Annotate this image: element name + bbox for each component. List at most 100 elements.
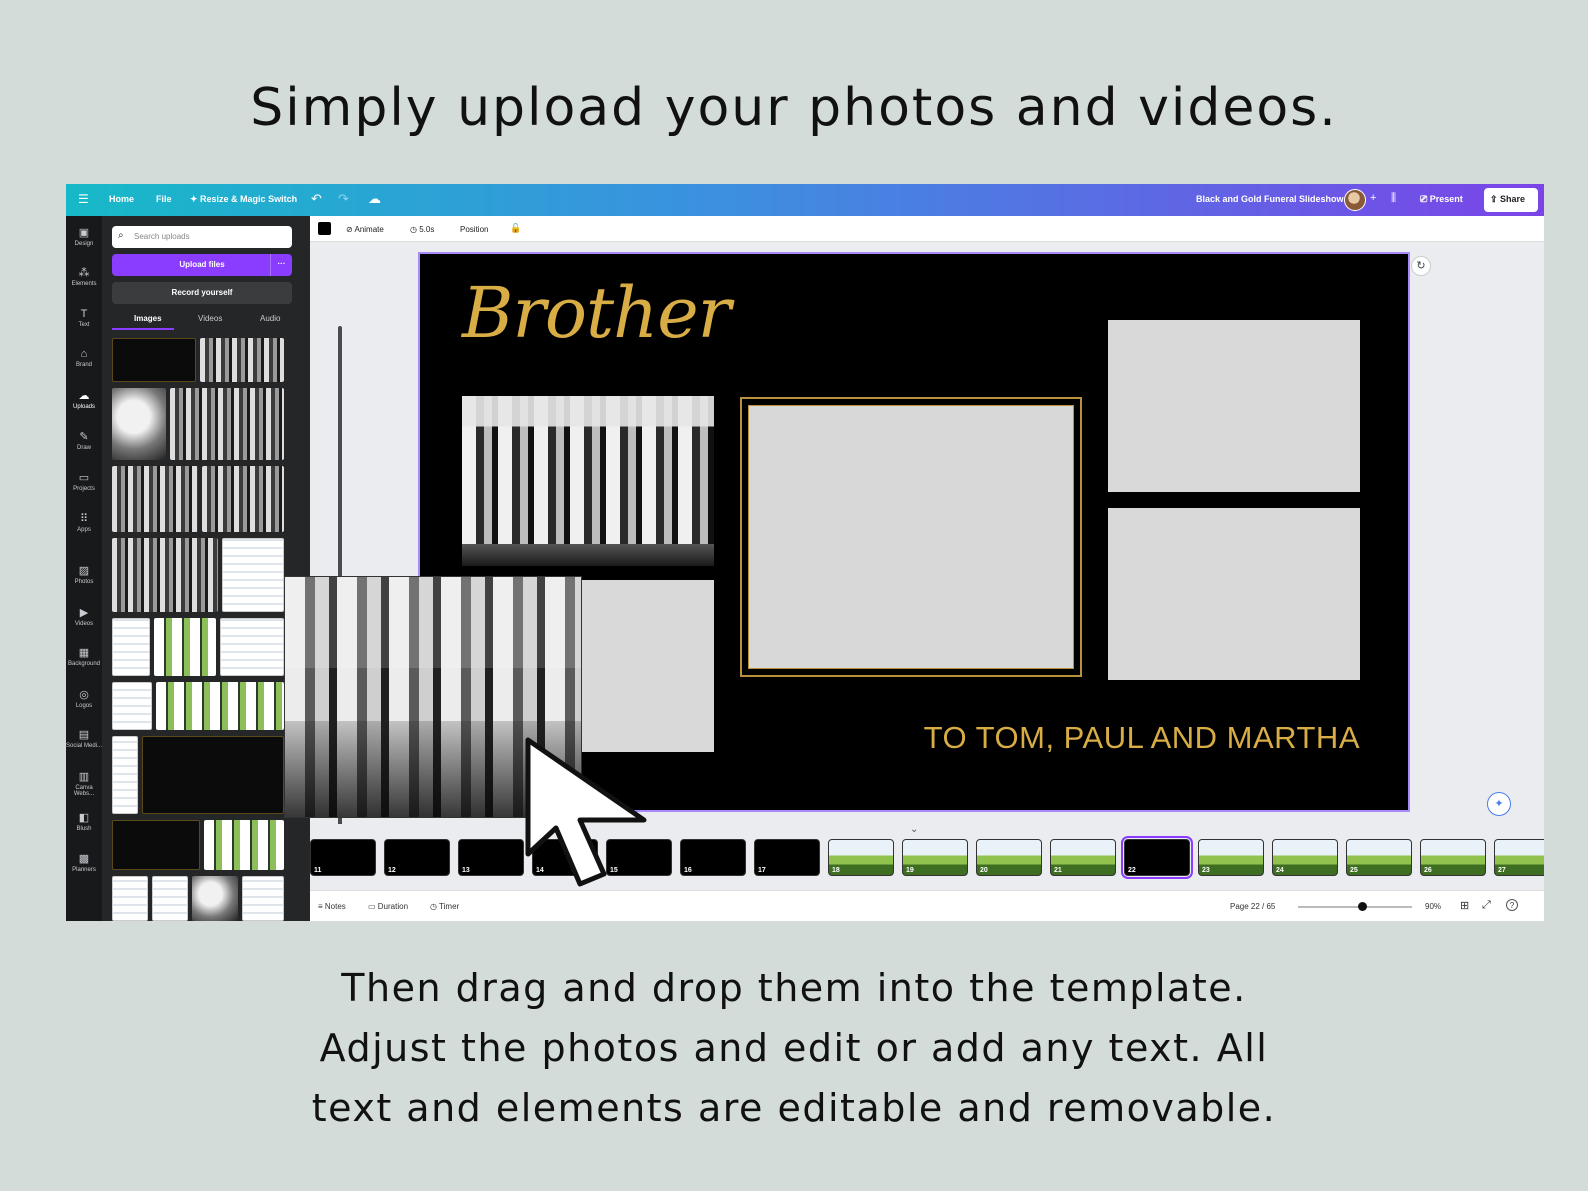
duration-footer-button[interactable]: ▭ Duration: [368, 902, 408, 911]
position-button[interactable]: Position: [460, 225, 488, 234]
zoom-slider-handle[interactable]: [1358, 902, 1367, 911]
rail-item-draw[interactable]: ✎ Draw: [66, 430, 102, 451]
page-thumbnail[interactable]: 24: [1272, 839, 1338, 876]
upload-thumbnail[interactable]: [220, 618, 284, 676]
upload-thumbnail[interactable]: [142, 736, 284, 814]
fullscreen-icon[interactable]: ⤢: [1482, 899, 1491, 912]
upload-thumbnail[interactable]: [192, 876, 238, 921]
more-options-icon[interactable]: ···: [270, 254, 292, 276]
page-thumbnail[interactable]: 19: [902, 839, 968, 876]
upload-thumbnail[interactable]: [204, 820, 284, 870]
rail-icon: ▶: [79, 607, 89, 619]
notes-button[interactable]: ≡ Notes: [318, 902, 346, 911]
page-thumbnail[interactable]: 27: [1494, 839, 1544, 876]
timer-button[interactable]: ◷ Timer: [430, 902, 459, 911]
page-thumbnail[interactable]: 20: [976, 839, 1042, 876]
rail-item-planners[interactable]: ▩ Planners: [66, 852, 102, 873]
magic-icon[interactable]: ✦: [1487, 792, 1511, 816]
upload-thumbnail[interactable]: [112, 338, 196, 382]
upload-thumbnail[interactable]: [112, 466, 198, 532]
upload-thumbnail[interactable]: [112, 736, 138, 814]
page-thumbnail[interactable]: 12: [384, 839, 450, 876]
upload-thumbnail[interactable]: [112, 682, 152, 730]
rail-item-canva-webs[interactable]: ▥ Canva Webs...: [66, 770, 102, 797]
animate-button[interactable]: ⊘ Animate: [346, 225, 384, 234]
upload-thumbnail[interactable]: [112, 388, 166, 460]
rail-item-logos[interactable]: ◎ Logos: [66, 688, 102, 709]
upload-files-button[interactable]: Upload files ···: [112, 254, 292, 276]
insights-icon[interactable]: ⫼: [1391, 192, 1396, 205]
page-number: 13: [462, 867, 470, 874]
rail-icon: ▦: [78, 647, 90, 659]
page-thumbnail[interactable]: 22: [1121, 836, 1193, 879]
rail-item-uploads[interactable]: ☁ Uploads: [66, 389, 102, 410]
undo-icon[interactable]: ↶: [311, 191, 322, 207]
home-menu[interactable]: Home: [109, 194, 134, 204]
instructions: Then drag and drop them into the templat…: [0, 958, 1588, 1138]
page-thumbnail[interactable]: 11: [310, 839, 376, 876]
upload-thumbnail[interactable]: [152, 876, 188, 921]
rail-item-videos[interactable]: ▶ Videos: [66, 606, 102, 627]
rail-item-text[interactable]: T Text: [66, 308, 102, 328]
tab-audio[interactable]: Audio: [260, 314, 280, 323]
photo-placeholder[interactable]: [1108, 508, 1360, 680]
upload-thumbnail[interactable]: [156, 682, 284, 730]
avatar[interactable]: [1344, 189, 1366, 211]
refresh-icon[interactable]: ↻: [1411, 256, 1431, 276]
page-thumbnail[interactable]: 26: [1420, 839, 1486, 876]
page-thumbnail[interactable]: 18: [828, 839, 894, 876]
page-thumbnail[interactable]: 25: [1346, 839, 1412, 876]
help-icon[interactable]: ?: [1506, 899, 1518, 911]
lock-icon[interactable]: 🔓: [510, 223, 521, 234]
slide-title[interactable]: Brother: [462, 272, 731, 354]
page-thumbnail[interactable]: 21: [1050, 839, 1116, 876]
zoom-slider[interactable]: [1298, 906, 1412, 908]
rail-item-photos[interactable]: ▨ Photos: [66, 564, 102, 585]
upload-thumbnail[interactable]: [200, 338, 284, 382]
rail-label: Apps: [77, 527, 91, 533]
file-menu[interactable]: File: [156, 194, 172, 204]
rail-item-elements[interactable]: ⁂ Elements: [66, 266, 102, 287]
record-yourself-button[interactable]: Record yourself: [112, 282, 292, 304]
framed-photo-placeholder[interactable]: [740, 397, 1082, 677]
share-button[interactable]: ⇪ Share: [1484, 188, 1538, 212]
document-title[interactable]: Black and Gold Funeral Slideshow: [1196, 194, 1344, 204]
upload-thumbnail[interactable]: [112, 820, 200, 870]
upload-thumbnail[interactable]: [242, 876, 284, 921]
tab-images[interactable]: Images: [134, 314, 162, 323]
upload-thumbnail[interactable]: [222, 538, 284, 612]
slide-group-photo[interactable]: [462, 396, 714, 566]
photo-placeholder[interactable]: [1108, 320, 1360, 492]
cloud-save-icon[interactable]: ☁: [368, 191, 381, 207]
upload-thumbnail[interactable]: [202, 466, 284, 532]
page-thumbnail[interactable]: 16: [680, 839, 746, 876]
color-swatch[interactable]: [318, 222, 331, 235]
present-button[interactable]: ⎚ Present: [1414, 189, 1469, 211]
rail-item-projects[interactable]: ▭ Projects: [66, 471, 102, 492]
upload-thumbnail[interactable]: [112, 618, 150, 676]
zoom-level[interactable]: 90%: [1425, 902, 1441, 911]
menu-icon[interactable]: ☰: [78, 192, 89, 206]
upload-thumbnail[interactable]: [170, 388, 284, 460]
resize-magic-switch-menu[interactable]: ✦ Resize & Magic Switch: [190, 194, 297, 205]
upload-thumbnail[interactable]: [154, 618, 216, 676]
page-thumbnail[interactable]: 23: [1198, 839, 1264, 876]
redo-icon[interactable]: ↷: [338, 191, 349, 207]
page-thumbnail[interactable]: 17: [754, 839, 820, 876]
page-thumbnail[interactable]: 13: [458, 839, 524, 876]
rail-icon: ▭: [78, 472, 90, 484]
rail-item-apps[interactable]: ⠿ Apps: [66, 512, 102, 533]
rail-item-background[interactable]: ▦ Background: [66, 646, 102, 667]
tab-videos[interactable]: Videos: [198, 314, 222, 323]
rail-item-brand[interactable]: ⌂ Brand: [66, 348, 102, 368]
rail-item-design[interactable]: ▣ Design: [66, 226, 102, 247]
collapse-filmstrip-icon[interactable]: ⌄: [910, 824, 918, 835]
upload-thumbnail[interactable]: [112, 876, 148, 921]
rail-item-blush[interactable]: ◧ Blush: [66, 811, 102, 832]
grid-view-icon[interactable]: ⊞: [1460, 899, 1469, 912]
duration-button[interactable]: ◷ 5.0s: [410, 225, 434, 234]
rail-item-social-medi[interactable]: ▤ Social Medi...: [66, 728, 102, 749]
add-collaborator-icon[interactable]: +: [1370, 192, 1376, 204]
search-input[interactable]: ⌕ Search uploads: [112, 226, 292, 248]
upload-thumbnail[interactable]: [112, 538, 218, 612]
